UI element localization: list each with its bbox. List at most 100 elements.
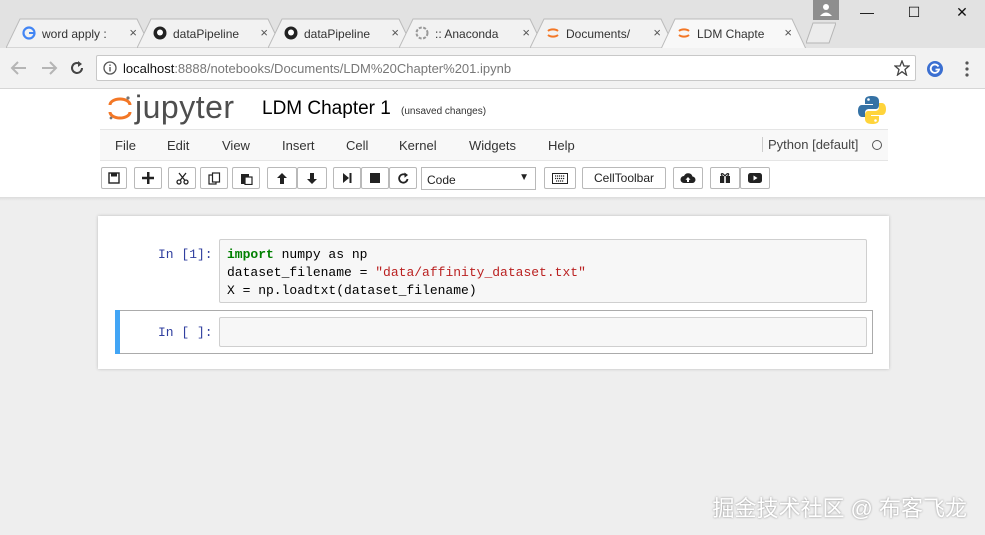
- forward-icon[interactable]: [40, 60, 58, 76]
- close-icon[interactable]: ×: [260, 25, 268, 40]
- menu-cell[interactable]: Cell: [346, 138, 368, 153]
- jupyter-icon: [677, 26, 691, 40]
- move-cell-down-button[interactable]: [297, 167, 327, 189]
- code-keyword: import: [227, 247, 274, 262]
- cell-type-select[interactable]: Code ▼: [421, 167, 536, 190]
- move-cell-up-button[interactable]: [267, 167, 297, 189]
- tab-datapipeline-1[interactable]: dataPipeline ×: [137, 18, 282, 48]
- plus-icon: [142, 172, 154, 184]
- reload-icon[interactable]: [68, 59, 86, 77]
- tab-anaconda[interactable]: :: Anaconda ×: [399, 18, 544, 48]
- copy-icon: [207, 172, 220, 185]
- tab-label: dataPipeline: [173, 27, 240, 41]
- caret-down-icon: ▼: [519, 172, 529, 183]
- menu-widgets[interactable]: Widgets: [469, 138, 516, 153]
- google-icon: [22, 26, 36, 40]
- refresh-icon: [397, 172, 408, 184]
- menu-kernel[interactable]: Kernel: [399, 138, 437, 153]
- insert-cell-below-button[interactable]: [134, 167, 162, 189]
- floppy-disk-icon: [108, 172, 120, 184]
- cut-cells-button[interactable]: [168, 167, 196, 189]
- arrow-down-icon: [307, 173, 317, 184]
- info-icon[interactable]: [103, 61, 117, 75]
- paste-icon: [240, 174, 253, 186]
- youtube-play-icon: [748, 173, 762, 183]
- close-icon[interactable]: ×: [653, 25, 661, 40]
- address-bar[interactable]: localhost:8888/notebooks/Documents/LDM%2…: [96, 55, 916, 81]
- menu-help[interactable]: Help: [548, 138, 575, 153]
- jupyter-logo-icon[interactable]: [107, 95, 133, 121]
- tab-label: :: Anaconda: [435, 27, 499, 41]
- step-forward-icon: [343, 173, 352, 183]
- url-path: :8888/notebooks/Documents/LDM%20Chapter%…: [174, 61, 512, 76]
- bookmark-star-icon[interactable]: [894, 60, 910, 76]
- url-host: localhost: [123, 61, 175, 76]
- command-palette-button[interactable]: [544, 167, 576, 189]
- restart-kernel-button[interactable]: [389, 167, 417, 189]
- github-icon: [284, 26, 298, 40]
- run-cell-button[interactable]: [333, 167, 361, 189]
- cell-prompt: In [1]:: [158, 247, 213, 262]
- new-tab-button[interactable]: [806, 22, 836, 44]
- code-cell-input[interactable]: import numpy as np dataset_filename = "d…: [219, 239, 867, 303]
- close-icon[interactable]: ×: [391, 25, 399, 40]
- maximize-button[interactable]: ☐: [894, 4, 934, 24]
- kernel-status-icon: [872, 140, 882, 150]
- tab-label: dataPipeline: [304, 27, 371, 41]
- kernel-name: Python [default]: [762, 137, 858, 152]
- scissors-icon: [175, 172, 189, 185]
- python-logo-icon: [858, 96, 886, 124]
- close-icon[interactable]: ×: [129, 25, 137, 40]
- copy-cells-button[interactable]: [200, 167, 228, 189]
- user-profile-icon[interactable]: [813, 0, 839, 20]
- close-icon[interactable]: ×: [784, 25, 792, 40]
- arrow-up-icon: [277, 173, 287, 184]
- chrome-menu-icon[interactable]: [963, 60, 971, 78]
- upload-button[interactable]: [673, 167, 703, 189]
- menu-file[interactable]: File: [115, 138, 136, 153]
- notebook-title[interactable]: LDM Chapter 1: [262, 98, 391, 120]
- tab-word-apply[interactable]: word apply : ×: [6, 18, 151, 48]
- save-button[interactable]: [101, 167, 127, 189]
- code-text: dataset_filename =: [227, 265, 376, 280]
- keyboard-icon: [552, 173, 568, 184]
- code-text: numpy as np: [273, 247, 368, 262]
- grammarly-extension-icon[interactable]: [926, 60, 944, 78]
- menu-view[interactable]: View: [222, 138, 250, 153]
- code-line: dataset_filename = "data/affinity_datase…: [227, 265, 586, 280]
- cloud-upload-icon: [680, 173, 696, 184]
- close-icon[interactable]: ×: [522, 25, 530, 40]
- anaconda-icon: [415, 26, 429, 40]
- menu-bar: File Edit View Insert Cell Kernel Widget…: [100, 129, 888, 161]
- tab-label: word apply :: [42, 27, 107, 41]
- code-line: import numpy as np: [227, 247, 367, 262]
- celltoolbar-button[interactable]: CellToolbar: [582, 167, 666, 189]
- tab-label: LDM Chapte: [697, 27, 765, 41]
- cell-type-value: Code: [427, 173, 456, 187]
- url-text[interactable]: localhost:8888/notebooks/Documents/LDM%2…: [123, 61, 511, 76]
- menu-insert[interactable]: Insert: [282, 138, 315, 153]
- interrupt-kernel-button[interactable]: [361, 167, 389, 189]
- back-icon[interactable]: [10, 60, 28, 76]
- present-button[interactable]: [710, 167, 740, 189]
- code-cell-input-empty[interactable]: [219, 317, 867, 347]
- tab-label: Documents/: [566, 27, 631, 41]
- gift-icon: [720, 173, 730, 183]
- slideshow-button[interactable]: [740, 167, 770, 189]
- watermark: 掘金技术社区 @ 布客飞龙: [712, 496, 967, 521]
- paste-cells-button[interactable]: [232, 167, 260, 189]
- close-window-button[interactable]: ✕: [942, 4, 982, 24]
- cell-prompt: In [ ]:: [158, 325, 213, 340]
- tab-documents[interactable]: Documents/ ×: [530, 18, 675, 48]
- github-icon: [153, 26, 167, 40]
- header-shadow: [0, 197, 985, 201]
- minimize-button[interactable]: —: [847, 4, 887, 24]
- tab-datapipeline-2[interactable]: dataPipeline ×: [268, 18, 413, 48]
- jupyter-logo-text[interactable]: jupyter: [135, 89, 235, 126]
- menu-edit[interactable]: Edit: [167, 138, 189, 153]
- save-status: (unsaved changes): [401, 106, 487, 117]
- code-line: X = np.loadtxt(dataset_filename): [227, 283, 477, 298]
- selected-cell-indicator: [115, 310, 120, 354]
- jupyter-icon: [546, 26, 560, 40]
- tab-ldm-chapter-active[interactable]: LDM Chapte ×: [661, 18, 806, 48]
